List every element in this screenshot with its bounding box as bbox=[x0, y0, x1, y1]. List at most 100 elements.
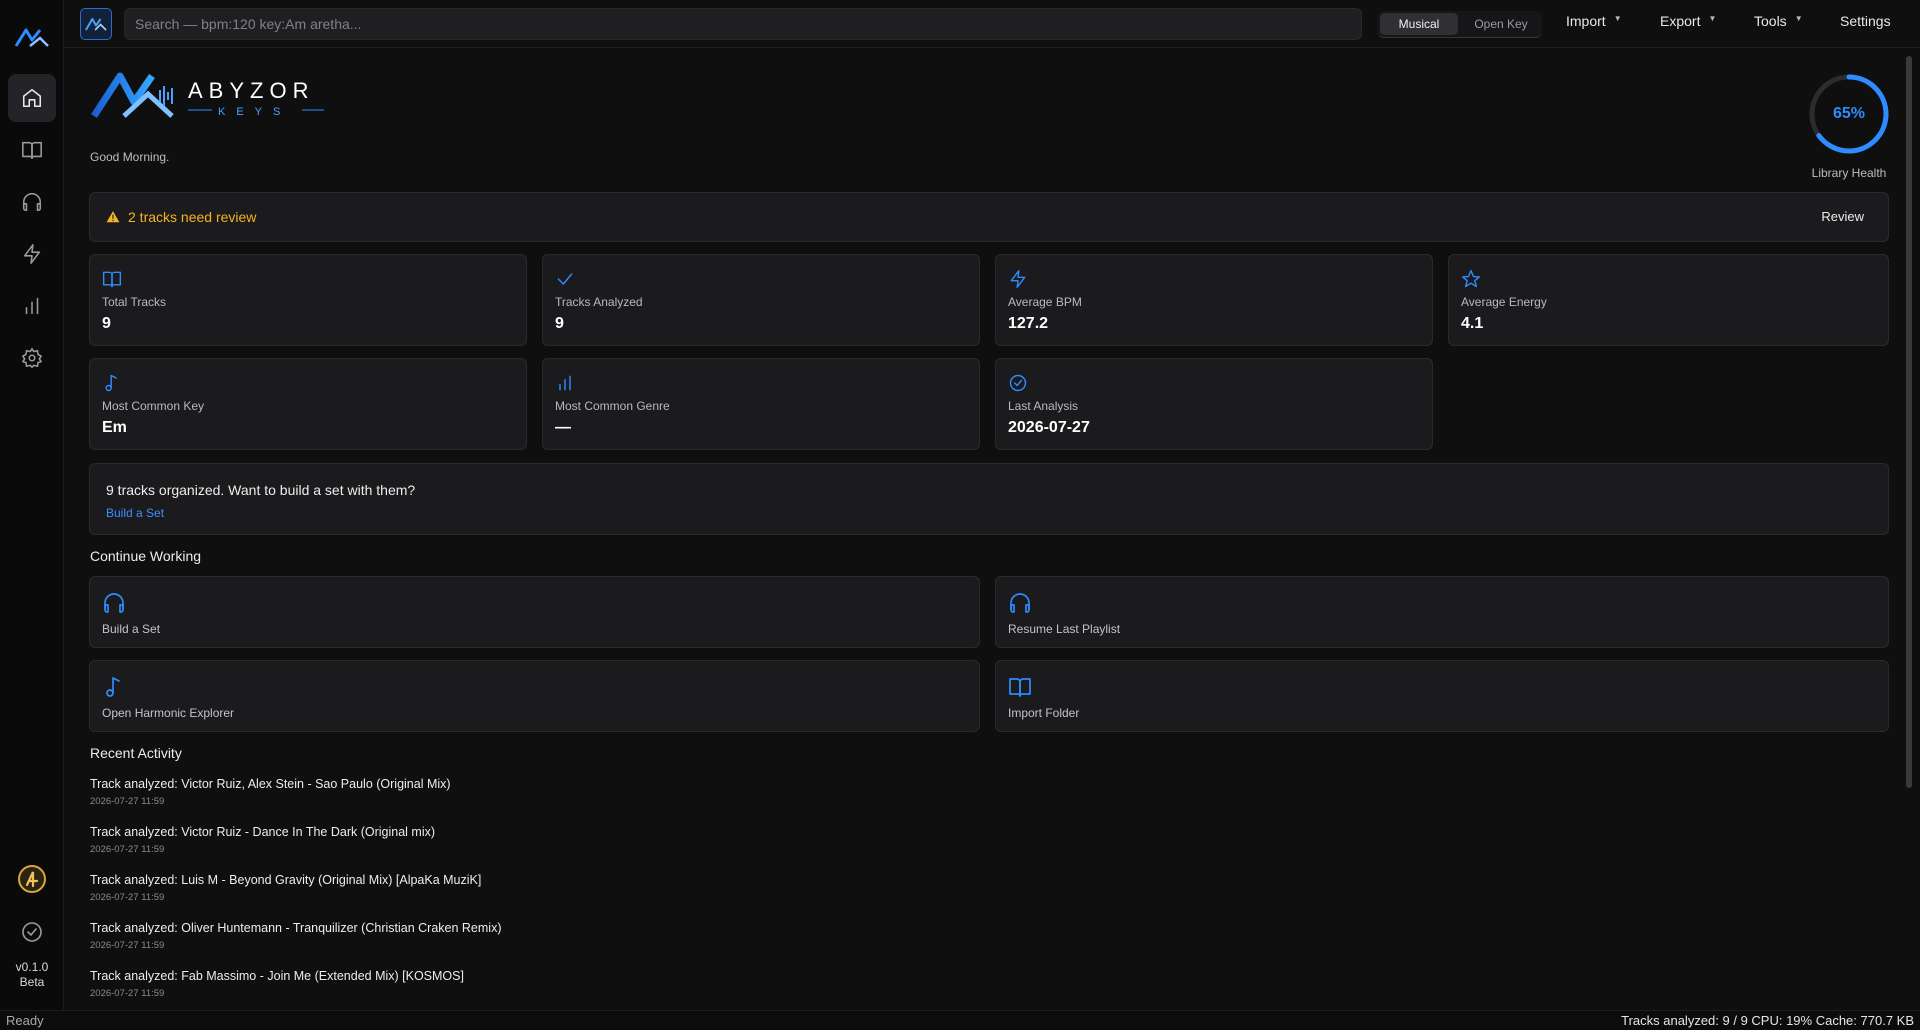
rail-home-button[interactable] bbox=[8, 74, 56, 122]
menu-settings[interactable]: Settings bbox=[1840, 13, 1891, 29]
settings-icon bbox=[22, 348, 42, 368]
activity-time: 2026-07-27 11:59 bbox=[90, 844, 165, 855]
activity-text: Track analyzed: Fab Massimo - Join Me (E… bbox=[90, 969, 464, 983]
headphones-icon bbox=[1010, 593, 1030, 613]
greeting-text: Good Morning. bbox=[90, 150, 170, 164]
rail-headphones-button[interactable] bbox=[8, 178, 56, 226]
sync-status-icon[interactable] bbox=[20, 920, 44, 944]
rail-settings-button[interactable] bbox=[8, 334, 56, 382]
book-icon bbox=[102, 271, 122, 288]
check-icon bbox=[557, 273, 573, 285]
action-resume-last-playlist[interactable]: Resume Last Playlist bbox=[995, 576, 1889, 648]
dashboard: ABYZOR KEYS Good Morning. 65% Library He… bbox=[64, 48, 1902, 1010]
activity-text: Track analyzed: Victor Ruiz - Dance In T… bbox=[90, 825, 436, 839]
channel-label: Beta bbox=[19, 975, 45, 989]
activity-text: Track analyzed: Luis M - Beyond Gravity … bbox=[90, 873, 482, 887]
stat-value: 127.2 bbox=[1008, 315, 1049, 332]
status-text: Ready bbox=[6, 1013, 44, 1028]
search-input[interactable] bbox=[124, 8, 1362, 40]
warning-icon bbox=[106, 211, 120, 223]
stat-label: Average BPM bbox=[1008, 295, 1082, 309]
menu-tools-label: Tools bbox=[1754, 13, 1787, 29]
activity-time: 2026-07-27 11:59 bbox=[90, 892, 165, 903]
activity-text: Track analyzed: Victor Ruiz, Alex Stein … bbox=[90, 777, 451, 791]
app-window: v0.1.0 Beta Musical Open Key Import ▼ Ex… bbox=[0, 0, 1920, 1030]
build-set-link[interactable]: Build a Set bbox=[106, 506, 164, 520]
top-bar: Musical Open Key Import ▼ Export ▼ Tools… bbox=[64, 0, 1920, 48]
main-scrollbar[interactable] bbox=[1906, 56, 1912, 788]
stat-label: Most Common Genre bbox=[555, 399, 670, 413]
menu-export-label: Export bbox=[1660, 13, 1701, 29]
app-logo-icon[interactable] bbox=[14, 26, 50, 50]
stat-value: 2026-07-27 bbox=[1008, 419, 1090, 436]
action-label: Open Harmonic Explorer bbox=[102, 706, 235, 720]
stat-label: Tracks Analyzed bbox=[555, 295, 643, 309]
action-build-set[interactable]: Build a Set bbox=[89, 576, 980, 648]
app-logo-icon bbox=[85, 17, 107, 31]
energy-icon bbox=[23, 244, 41, 264]
rail-energy-button[interactable] bbox=[8, 230, 56, 278]
app-menu-button[interactable] bbox=[80, 8, 112, 40]
menu-export[interactable]: Export ▼ bbox=[1660, 13, 1716, 29]
activity-item: Track analyzed: Victor Ruiz - Dance In T… bbox=[90, 825, 435, 855]
stat-card-last-analysis[interactable]: Last Analysis 2026-07-27 bbox=[995, 358, 1433, 450]
activity-item: Track analyzed: Fab Massimo - Join Me (E… bbox=[90, 969, 464, 999]
review-alert-message: 2 tracks need review bbox=[128, 209, 257, 225]
activity-text: Track analyzed: Oliver Huntemann - Tranq… bbox=[90, 921, 502, 935]
menu-import-label: Import bbox=[1566, 13, 1606, 29]
star-icon bbox=[1461, 269, 1481, 288]
stat-card-total-tracks[interactable]: Total Tracks 9 bbox=[89, 254, 527, 346]
headphones-icon bbox=[22, 193, 42, 212]
rail-stats-button[interactable] bbox=[8, 282, 56, 330]
chevron-down-icon: ▼ bbox=[1794, 13, 1803, 23]
build-set-prompt: 9 tracks organized. Want to build a set … bbox=[89, 463, 1889, 535]
continue-working-title: Continue Working bbox=[90, 548, 202, 564]
bolt-icon bbox=[1010, 269, 1026, 289]
stat-card-most-common-key[interactable]: Most Common Key Em bbox=[89, 358, 527, 450]
stat-value: 9 bbox=[555, 315, 564, 332]
key-mode-musical[interactable]: Musical bbox=[1380, 13, 1458, 35]
action-label: Build a Set bbox=[102, 622, 161, 636]
account-badge-icon[interactable] bbox=[16, 863, 48, 895]
library-health-value: 65% bbox=[1832, 105, 1866, 122]
review-alert: 2 tracks need review Review bbox=[89, 192, 1889, 242]
key-notation-toggle: Musical Open Key bbox=[1378, 11, 1542, 38]
activity-item: Track analyzed: Oliver Huntemann - Tranq… bbox=[90, 921, 501, 951]
stat-card-most-common-genre[interactable]: Most Common Genre — bbox=[542, 358, 980, 450]
rail-library-button[interactable] bbox=[8, 126, 56, 174]
stat-label: Total Tracks bbox=[102, 295, 167, 309]
brand-sub: KEYS bbox=[218, 106, 291, 118]
stat-value: — bbox=[555, 419, 571, 436]
stat-label: Last Analysis bbox=[1008, 399, 1079, 413]
action-label: Resume Last Playlist bbox=[1008, 622, 1121, 636]
action-import-folder[interactable]: Import Folder bbox=[995, 660, 1889, 732]
stats-icon bbox=[25, 297, 39, 315]
menu-import[interactable]: Import ▼ bbox=[1566, 13, 1622, 29]
recent-activity-title: Recent Activity bbox=[90, 745, 182, 761]
stat-card-average-energy[interactable]: Average Energy 4.1 bbox=[1448, 254, 1889, 346]
left-rail: v0.1.0 Beta bbox=[0, 0, 64, 1010]
brand-logo: ABYZOR KEYS bbox=[91, 72, 324, 118]
activity-time: 2026-07-27 11:59 bbox=[90, 796, 165, 807]
status-metrics: Tracks analyzed: 9 / 9 CPU: 19% Cache: 7… bbox=[1621, 1013, 1914, 1028]
brand-name: ABYZOR bbox=[188, 78, 314, 103]
stat-label: Average Energy bbox=[1461, 295, 1547, 309]
review-button[interactable]: Review bbox=[1821, 209, 1864, 224]
music-note-icon bbox=[106, 677, 120, 697]
chevron-down-icon: ▼ bbox=[1708, 13, 1717, 23]
stat-label: Most Common Key bbox=[102, 399, 205, 413]
activity-time: 2026-07-27 11:59 bbox=[90, 940, 165, 951]
stat-value: Em bbox=[102, 419, 127, 436]
headphones-icon bbox=[104, 593, 124, 613]
action-open-harmonic-explorer[interactable]: Open Harmonic Explorer bbox=[89, 660, 980, 732]
check-circle-icon bbox=[1009, 374, 1027, 392]
key-mode-open-key[interactable]: Open Key bbox=[1462, 13, 1540, 35]
stat-card-average-bpm[interactable]: Average BPM 127.2 bbox=[995, 254, 1433, 346]
activity-item: Track analyzed: Luis M - Beyond Gravity … bbox=[90, 873, 481, 903]
build-set-prompt-text: 9 tracks organized. Want to build a set … bbox=[106, 482, 416, 498]
home-icon bbox=[22, 88, 42, 108]
stat-card-tracks-analyzed[interactable]: Tracks Analyzed 9 bbox=[542, 254, 980, 346]
book-icon bbox=[1009, 678, 1031, 697]
action-label: Import Folder bbox=[1008, 706, 1080, 720]
menu-tools[interactable]: Tools ▼ bbox=[1754, 13, 1803, 29]
